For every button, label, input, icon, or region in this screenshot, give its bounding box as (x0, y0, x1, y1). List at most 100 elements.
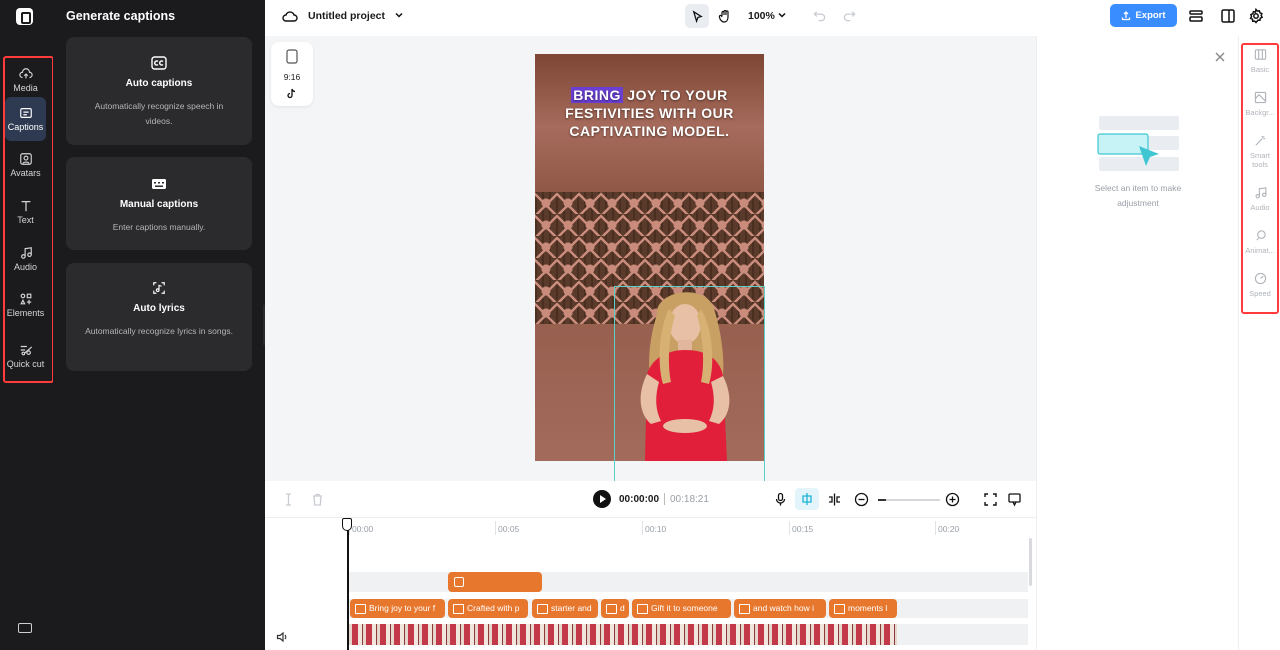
rail-item-elements[interactable]: Elements (5, 283, 46, 327)
right-rail-item-speed[interactable]: Speed (1244, 272, 1276, 298)
auto-captions-card[interactable]: Auto captions Automatically recognize sp… (66, 37, 252, 145)
select-item-illustration (1097, 116, 1179, 171)
hand-icon (718, 9, 729, 23)
right-rail-label: Basic (1250, 65, 1270, 74)
card-description: Automatically recognize lyrics in songs. (85, 326, 233, 336)
chevron-down-icon[interactable] (393, 9, 405, 21)
delete-icon[interactable] (310, 492, 325, 507)
zoom-level[interactable]: 100% (748, 10, 775, 22)
left-rail: Media Captions Avatars Text Audio Elemen… (0, 0, 54, 650)
ruler-tick: 00:00 (348, 521, 374, 535)
keyboard-icon (152, 179, 166, 189)
basic-icon (1254, 49, 1266, 60)
caption-clip[interactable]: Bring joy to your f (350, 599, 445, 618)
chevron-down-icon[interactable] (776, 9, 788, 21)
music-note-icon (1254, 187, 1266, 199)
caption-clip[interactable]: starter and (532, 599, 598, 618)
manual-captions-card[interactable]: Manual captions Enter captions manually. (66, 157, 252, 250)
undo-icon[interactable] (813, 9, 826, 22)
microphone-icon[interactable] (773, 492, 788, 507)
rail-item-quick-cut[interactable]: Quick cut (5, 334, 46, 378)
rail-item-media[interactable]: Media (5, 58, 46, 102)
caption-clip[interactable]: moments l (829, 599, 897, 618)
timeline-scrollbar[interactable] (1029, 538, 1032, 586)
current-time: 00:00:00 (619, 494, 660, 505)
project-title[interactable]: Untitled project (308, 10, 385, 22)
playhead-handle[interactable] (342, 518, 352, 531)
right-rail-label: Animat... (1245, 246, 1275, 255)
time-separator (664, 493, 665, 505)
rail-label: Captions (7, 121, 44, 132)
volume-icon[interactable] (276, 631, 289, 643)
total-time: 00:18:21 (670, 494, 709, 505)
right-rail-item-basic[interactable]: Basic (1244, 48, 1276, 74)
timeline[interactable]: 00:00 00:05 00:10 00:15 00:20 Bring joy … (265, 518, 1036, 650)
export-button[interactable]: Export (1110, 4, 1177, 27)
split-icon[interactable] (281, 492, 296, 507)
right-rail-label: Audio (1250, 203, 1270, 212)
ruler-tick: 00:05 (494, 521, 520, 535)
right-rail-item-background[interactable]: Backgr... (1244, 91, 1276, 117)
rail-item-text[interactable]: Text (5, 190, 46, 234)
scissors-icon (20, 345, 32, 355)
music-note-icon (20, 246, 32, 259)
right-rail-item-animation[interactable]: Animat... (1244, 229, 1276, 255)
canvas-area[interactable]: 9:16 BRING JOY TO YOUR FESTIVITIES WITH … (265, 36, 1036, 481)
cursor-icon (692, 9, 703, 23)
overlay-clip[interactable] (448, 572, 542, 592)
caption-overlay[interactable]: BRING JOY TO YOUR FESTIVITIES WITH OUR C… (535, 86, 764, 140)
play-button[interactable] (593, 490, 611, 508)
fullscreen-icon[interactable] (983, 492, 998, 507)
tiktok-icon (287, 88, 296, 99)
magic-wand-icon (1254, 135, 1265, 146)
right-rail: Basic Backgr... Smart tools Audio Animat… (1238, 36, 1280, 650)
caption-clip[interactable]: and watch how i (734, 599, 826, 618)
speed-icon (1254, 272, 1266, 285)
right-rail-item-smart-tools[interactable]: Smart tools (1244, 134, 1276, 169)
redo-icon[interactable] (843, 9, 856, 22)
caption-clip[interactable]: d (601, 599, 629, 618)
layers-icon[interactable] (1188, 8, 1204, 24)
rail-item-avatars[interactable]: Avatars (5, 143, 46, 187)
hand-tool-button[interactable] (714, 4, 736, 28)
card-title: Manual captions (119, 199, 199, 210)
playhead[interactable] (347, 518, 349, 650)
select-tool-button[interactable] (685, 4, 709, 28)
card-title: Auto lyrics (133, 303, 185, 314)
export-label: Export (1135, 10, 1166, 21)
rail-label: Audio (13, 261, 38, 272)
selection-outline (614, 286, 765, 481)
rail-item-audio[interactable]: Audio (5, 237, 46, 281)
captions-icon (19, 107, 32, 118)
ruler-tick: 00:15 (788, 521, 814, 535)
right-rail-item-audio[interactable]: Audio (1244, 186, 1276, 212)
settings-icon[interactable] (1248, 8, 1264, 24)
properties-hint: Select an item to make adjustment (1094, 183, 1182, 208)
auto-lyrics-card[interactable]: Auto lyrics Automatically recognize lyri… (66, 263, 252, 371)
caption-clip[interactable]: Crafted with p (448, 599, 528, 618)
timeline-zoom-slider[interactable] (878, 499, 940, 501)
properties-panel: Select an item to make adjustment (1036, 36, 1238, 650)
video-clip-filmstrip[interactable] (349, 624, 897, 645)
cloud-icon[interactable] (282, 9, 298, 23)
keyboard-shortcuts-icon[interactable] (18, 623, 32, 633)
rail-label: Text (17, 214, 34, 225)
top-bar: Untitled project 100% Export (265, 0, 1280, 36)
aspect-ratio-card[interactable]: 9:16 (271, 42, 313, 106)
auto-snap-button[interactable] (795, 488, 819, 510)
zoom-in-icon[interactable] (945, 492, 960, 507)
split-clip-icon[interactable] (827, 492, 842, 507)
feedback-icon[interactable] (1007, 492, 1022, 507)
rail-item-captions[interactable]: Captions (5, 97, 46, 141)
cc-icon (151, 56, 167, 70)
text-icon (21, 200, 30, 211)
caption-clip[interactable]: Gift it to someone (632, 599, 731, 618)
zoom-out-icon[interactable] (854, 492, 869, 507)
panel-layout-icon[interactable] (1220, 8, 1236, 24)
close-icon[interactable] (1214, 51, 1226, 63)
card-description: Automatically recognize speech in videos… (94, 101, 224, 126)
avatar-icon (19, 152, 32, 165)
avatar-clip-icon (454, 577, 464, 587)
app-logo[interactable] (16, 8, 33, 25)
aspect-ratio-label: 9:16 (283, 72, 301, 82)
